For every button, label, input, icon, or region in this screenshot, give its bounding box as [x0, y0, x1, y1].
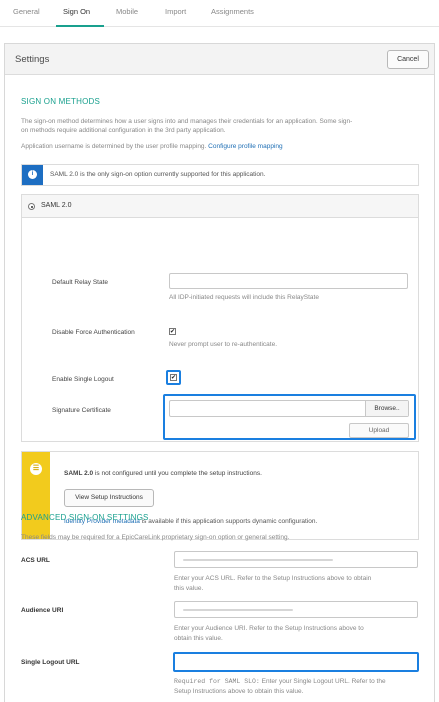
panel-title: Settings: [15, 54, 50, 65]
saml-option-header[interactable]: SAML 2.0: [22, 195, 418, 218]
audience-uri-label: Audience URI: [21, 607, 64, 614]
setup-warning-box: ☰ SAML 2.0 is not configured until you c…: [21, 451, 419, 540]
audience-uri-value-redacted: [183, 609, 293, 611]
single-logout-url-hint-line2: Setup Instructions above to obtain this …: [174, 688, 304, 695]
tab-assignments[interactable]: Assignments: [211, 7, 254, 16]
info-callout-text: SAML 2.0 is the only sign-on option curr…: [50, 171, 266, 178]
username-mapping-text: Application username is determined by th…: [21, 142, 283, 152]
single-logout-url-hint-text: Enter your Single Logout URL. Refer to t…: [261, 678, 386, 685]
metadata-description: is available if this application support…: [141, 518, 318, 525]
relay-state-hint: All IDP-initiated requests will include …: [169, 294, 319, 301]
warning-saml-label: SAML 2.0: [64, 470, 94, 477]
single-logout-url-input[interactable]: [176, 655, 416, 669]
acs-url-label: ACS URL: [21, 557, 50, 564]
relay-state-label: Default Relay State: [52, 279, 109, 286]
view-setup-instructions-button[interactable]: View Setup Instructions: [64, 489, 154, 507]
single-logout-checkbox[interactable]: ✔: [170, 374, 177, 381]
warning-stripe: ☰: [22, 452, 50, 539]
advanced-settings-description: These fields may be required for a EpicC…: [21, 534, 290, 541]
info-icon-background: i: [22, 165, 43, 185]
force-auth-checkbox[interactable]: ✔: [169, 328, 176, 335]
active-tab-indicator: [56, 25, 104, 27]
audience-uri-input[interactable]: [174, 601, 418, 618]
single-logout-url-hint-line1: Required for SAML SLO: Enter your Single…: [174, 677, 386, 687]
acs-url-input[interactable]: [174, 551, 418, 568]
panel-header: Settings Cancel: [5, 44, 434, 75]
tab-mobile[interactable]: Mobile: [116, 7, 138, 16]
saml-option-label: SAML 2.0: [41, 202, 72, 209]
force-auth-hint: Never prompt user to re-authenticate.: [169, 341, 278, 348]
signature-certificate-label: Signature Certificate: [52, 407, 111, 414]
warning-icon: ☰: [30, 463, 42, 475]
username-mapping-label: Application username is determined by th…: [21, 143, 207, 150]
configure-profile-mapping-link[interactable]: Configure profile mapping: [208, 143, 282, 150]
warning-text: SAML 2.0 is not configured until you com…: [64, 470, 262, 477]
tab-general[interactable]: General: [13, 7, 40, 16]
audience-uri-hint-line2: obtain this value.: [174, 635, 223, 642]
info-callout: i SAML 2.0 is the only sign-on option cu…: [21, 164, 419, 186]
browse-button[interactable]: Browse..: [365, 401, 408, 416]
sign-on-description-line2: on methods require additional configurat…: [21, 127, 226, 134]
force-auth-label: Disable Force Authentication: [52, 329, 135, 336]
certificate-file-input[interactable]: Browse..: [169, 400, 409, 417]
saml-slo-required-tag: Required for SAML SLO:: [174, 678, 260, 685]
tab-sign-on[interactable]: Sign On: [63, 7, 90, 16]
acs-url-hint-line2: this value.: [174, 585, 204, 592]
tab-bar: General Sign On Mobile Import Assignment…: [0, 0, 439, 27]
cancel-button[interactable]: Cancel: [387, 50, 429, 69]
tab-import[interactable]: Import: [165, 7, 186, 16]
single-logout-label: Enable Single Logout: [52, 376, 114, 383]
saml-option-box: SAML 2.0 Default Relay State All IDP-ini…: [21, 194, 419, 442]
upload-button[interactable]: Upload: [349, 423, 409, 438]
sign-on-methods-heading: SIGN ON METHODS: [21, 97, 101, 106]
acs-url-hint-line1: Enter your ACS URL. Refer to the Setup I…: [174, 575, 372, 582]
single-logout-url-label: Single Logout URL: [21, 659, 80, 666]
saml-radio-button[interactable]: [28, 203, 35, 210]
audience-uri-hint-line1: Enter your Audience URI. Refer to the Se…: [174, 625, 364, 632]
info-icon: i: [28, 170, 37, 179]
advanced-settings-heading: ADVANCED SIGN-ON SETTINGS: [21, 513, 149, 522]
warning-message: is not configured until you complete the…: [94, 470, 262, 477]
settings-panel: Settings Cancel SIGN ON METHODS The sign…: [4, 43, 435, 702]
acs-url-value-redacted: [183, 559, 333, 561]
relay-state-input[interactable]: [169, 273, 408, 289]
